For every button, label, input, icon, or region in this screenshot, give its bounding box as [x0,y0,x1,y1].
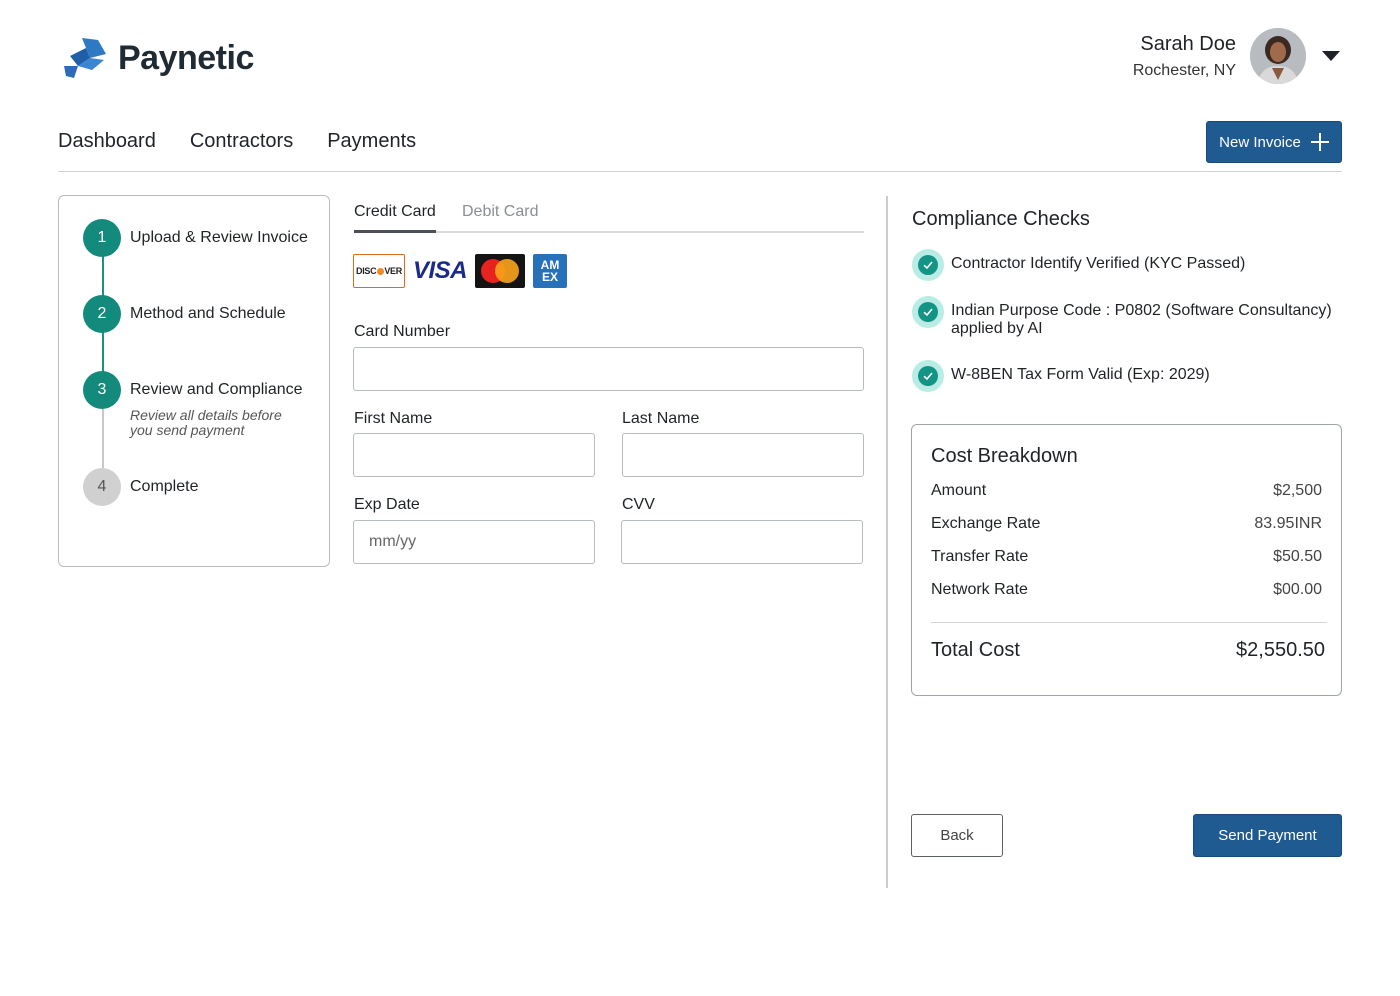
cost-breakdown-title: Cost Breakdown [931,445,1078,467]
amex-logo-icon: AM EX [533,254,567,288]
total-cost-row: Total Cost $2,550.50 [931,639,1325,662]
exp-date-input[interactable] [353,520,595,564]
step-method-schedule[interactable]: 2 Method and Schedule [83,295,286,333]
cost-row-value: 83.95INR [1254,515,1322,532]
plus-icon [1310,133,1329,151]
exp-date-label: Exp Date [354,496,420,513]
first-name-input[interactable] [353,433,595,477]
back-button[interactable]: Back [911,814,1003,857]
user-info: Sarah Doe Rochester, NY [1133,33,1236,80]
cost-row-label: Transfer Rate [931,548,1029,565]
step-label: Complete [130,478,199,495]
last-name-label: Last Name [622,410,700,427]
step-subtitle: Review all details before you send payme… [130,407,282,438]
step-number: 2 [83,295,121,333]
cost-row-value: $00.00 [1273,581,1322,598]
cost-row: Amount $2,500 [931,482,1322,500]
step-complete[interactable]: 4 Complete [83,468,198,506]
compliance-check-text: W-8BEN Tax Form Valid (Exp: 2029) [951,366,1210,383]
paynetic-logo-icon [64,38,106,78]
cvv-input[interactable] [621,520,863,564]
tab-debit-card[interactable]: Debit Card [462,203,538,221]
cost-row-value: $50.50 [1273,548,1322,565]
step-upload-review[interactable]: 1 Upload & Review Invoice [83,219,308,257]
cost-row-label: Network Rate [931,581,1028,598]
brand-logo[interactable]: Paynetic [60,36,254,80]
card-number-input[interactable] [353,347,864,391]
active-tab-indicator [354,230,436,233]
check-circle-icon [912,360,944,392]
total-cost-label: Total Cost [931,639,1020,661]
nav-divider [58,171,1342,172]
nav-item-dashboard[interactable]: Dashboard [58,130,156,153]
cost-divider [931,622,1327,623]
compliance-check-item: Indian Purpose Code : P0802 (Software Co… [912,296,1341,338]
cost-row-label: Exchange Rate [931,515,1041,532]
last-name-input[interactable] [622,433,864,477]
step-label: Upload & Review Invoice [130,229,308,246]
user-location: Rochester, NY [1132,61,1236,79]
user-avatar-icon [1250,28,1306,84]
cost-row: Network Rate $00.00 [931,581,1322,599]
cost-row: Transfer Rate $50.50 [931,548,1322,566]
progress-stepper: 1 Upload & Review Invoice 2 Method and S… [58,195,330,567]
brand-name: Paynetic [118,38,254,77]
step-label: Method and Schedule [130,305,286,322]
compliance-check-item: W-8BEN Tax Form Valid (Exp: 2029) [912,360,1341,392]
step-review-compliance[interactable]: 3 Review and Compliance [83,371,303,409]
compliance-title: Compliance Checks [912,208,1090,230]
discover-logo-icon: DISC VER [353,254,405,288]
compliance-check-item: Contractor Identify Verified (KYC Passed… [912,249,1341,281]
cost-breakdown-card: Cost Breakdown Amount $2,500 Exchange Ra… [911,424,1342,696]
card-number-label: Card Number [354,323,451,340]
total-cost-value: $2,550.50 [1236,639,1325,661]
step-connector [102,332,104,372]
chevron-down-icon[interactable] [1322,51,1340,61]
mastercard-logo-icon [475,254,525,288]
new-invoice-button[interactable]: New Invoice [1206,121,1342,163]
user-name: Sarah Doe [1140,32,1236,55]
avatar[interactable] [1250,28,1306,84]
step-number: 3 [83,371,121,409]
visa-logo-icon: VISA [413,257,468,284]
first-name-label: First Name [354,410,433,427]
step-connector [102,256,104,296]
panel-divider [886,196,888,888]
cvv-label: CVV [622,496,655,513]
nav-item-contractors[interactable]: Contractors [190,130,293,153]
step-number: 4 [83,468,121,506]
cost-row-value: $2,500 [1273,482,1322,499]
main-nav: Dashboard Contractors Payments [58,130,450,153]
new-invoice-label: New Invoice [1219,133,1301,151]
step-number: 1 [83,219,121,257]
tab-credit-card[interactable]: Credit Card [354,203,436,221]
send-payment-button[interactable]: Send Payment [1193,814,1342,857]
compliance-check-text: Contractor Identify Verified (KYC Passed… [951,255,1246,272]
nav-item-payments[interactable]: Payments [327,130,416,153]
step-label: Review and Compliance [130,381,303,398]
step-connector [102,408,104,468]
check-circle-icon [912,249,944,281]
payment-method-tabs: Credit Card Debit Card [354,195,864,233]
card-brand-logos: DISC VER VISA AM EX [353,254,575,288]
check-circle-icon [912,296,944,328]
cost-row: Exchange Rate 83.95INR [931,515,1322,533]
compliance-check-text: Indian Purpose Code : P0802 (Software Co… [951,302,1332,337]
cost-row-label: Amount [931,482,987,499]
user-menu[interactable]: Sarah Doe Rochester, NY [1133,28,1340,84]
